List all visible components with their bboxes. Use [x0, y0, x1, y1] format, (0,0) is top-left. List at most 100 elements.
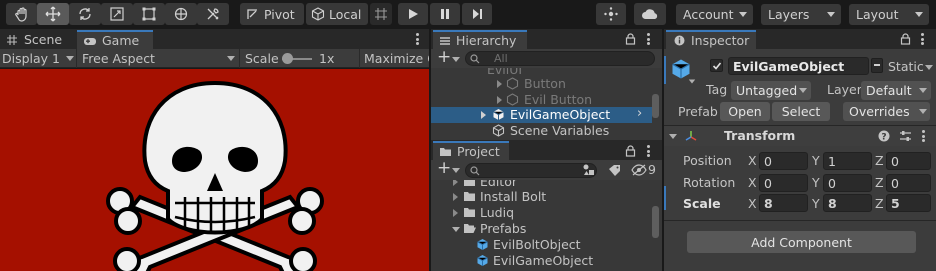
open-prefab-button[interactable]: Open: [720, 102, 770, 121]
expand-icon[interactable]: [497, 80, 502, 88]
rotation-z-field[interactable]: 0: [886, 174, 931, 192]
project-search-input[interactable]: [465, 163, 597, 178]
expand-icon[interactable]: [481, 111, 486, 119]
help-icon[interactable]: ?: [878, 130, 890, 142]
transform-header[interactable]: Transform ?: [664, 126, 936, 146]
filter-type-icon[interactable]: [582, 164, 596, 176]
account-dropdown[interactable]: Account: [676, 4, 753, 25]
scale-y-field[interactable]: 8: [823, 194, 872, 212]
static-checkbox[interactable]: [871, 58, 883, 73]
cube-icon: [506, 93, 519, 106]
list-item[interactable]: Ludiq: [431, 205, 662, 221]
expand-icon[interactable]: [497, 96, 502, 104]
collapse-icon[interactable]: [452, 227, 460, 232]
panel-menu-icon[interactable]: [647, 145, 650, 157]
grid-snap-button[interactable]: [370, 3, 392, 25]
tab-scene[interactable]: Scene: [2, 30, 76, 49]
tag-dropdown[interactable]: Untagged: [731, 81, 811, 100]
project-item-label: Ludiq: [480, 205, 515, 220]
select-prefab-button[interactable]: Select: [772, 102, 830, 121]
hand-tool-button[interactable]: [6, 3, 37, 25]
list-item[interactable]: EvilGameObject: [431, 253, 662, 269]
pivot-toggle[interactable]: Pivot: [240, 3, 304, 25]
scrollbar-thumb[interactable]: [652, 206, 659, 238]
cloud-icon: [642, 9, 658, 19]
presets-icon[interactable]: [899, 130, 912, 142]
axis-y-label: Y: [812, 196, 820, 211]
object-name-input[interactable]: EvilGameObject: [728, 57, 869, 75]
rotation-x-field[interactable]: 0: [759, 174, 808, 192]
list-item[interactable]: Install Bolt: [431, 189, 662, 205]
add-icon[interactable]: +: [437, 47, 451, 67]
layer-dropdown[interactable]: Default: [861, 81, 931, 100]
expand-icon[interactable]: [453, 209, 458, 217]
open-label: Open: [728, 104, 762, 119]
lock-icon[interactable]: [625, 33, 636, 45]
play-button[interactable]: [398, 3, 428, 25]
rotate-tool-button[interactable]: [69, 3, 101, 25]
panel-menu-icon[interactable]: [416, 33, 419, 45]
hidden-packages-toggle[interactable]: 9: [629, 162, 661, 178]
list-item[interactable]: Prefabs: [431, 221, 662, 237]
chevron-down-icon[interactable]: [452, 168, 460, 173]
list-item[interactable]: Button: [431, 76, 662, 92]
position-y-field[interactable]: 1: [823, 152, 872, 170]
chevron-right-icon[interactable]: ›: [637, 106, 642, 121]
maximize-toggle[interactable]: Maximize O: [359, 49, 429, 68]
panel-menu-icon[interactable]: [647, 33, 650, 45]
step-button[interactable]: [462, 3, 492, 25]
tab-game[interactable]: Game: [77, 30, 153, 49]
rect-tool-button[interactable]: [133, 3, 165, 25]
position-x-field[interactable]: 0: [759, 152, 808, 170]
layers-dropdown[interactable]: Layers: [761, 4, 841, 25]
list-item-selected[interactable]: EvilGameObject ›: [431, 106, 652, 123]
list-item[interactable]: Evil Button: [431, 92, 662, 108]
collapse-icon[interactable]: [669, 134, 677, 139]
component-menu-icon[interactable]: [922, 130, 925, 142]
grid-snap-icon: [375, 8, 387, 20]
expand-icon[interactable]: [453, 193, 458, 201]
layout-dropdown[interactable]: Layout: [849, 4, 929, 25]
list-item[interactable]: EvilBoltObject: [431, 237, 662, 253]
expand-icon[interactable]: [453, 180, 458, 186]
scale-x-field[interactable]: 8: [759, 194, 808, 212]
move-tool-button[interactable]: [37, 3, 69, 25]
add-component-button[interactable]: Add Component: [687, 231, 916, 253]
cloud-button[interactable]: [634, 3, 666, 25]
scale-z-field[interactable]: 5: [886, 194, 931, 212]
select-label: Select: [781, 104, 821, 119]
panel-menu-icon[interactable]: [921, 33, 924, 45]
lock-icon[interactable]: [900, 33, 911, 45]
list-item[interactable]: Scene Variables: [431, 123, 662, 139]
overrides-dropdown[interactable]: Overrides: [843, 102, 930, 121]
rotation-y-field[interactable]: 0: [823, 174, 872, 192]
scale-slider-thumb[interactable]: [282, 53, 293, 64]
display-dropdown[interactable]: Display 1: [0, 49, 77, 68]
axis-x-label: X: [748, 153, 757, 168]
transform-tool-button[interactable]: [165, 3, 197, 25]
collab-button[interactable]: [596, 3, 626, 25]
scrollbar-thumb[interactable]: [652, 94, 659, 118]
info-icon: [674, 35, 685, 46]
scale-tool-button[interactable]: [101, 3, 133, 25]
prefab-cube-icon: [477, 239, 488, 250]
chevron-down-icon[interactable]: [925, 65, 933, 70]
lock-icon[interactable]: [625, 145, 636, 157]
custom-tool-button[interactable]: [197, 3, 229, 25]
position-z-field[interactable]: 0: [886, 152, 931, 170]
folder-open-icon: [464, 224, 476, 233]
chevron-down-icon[interactable]: [688, 79, 696, 84]
project-toolbar: + 9: [431, 158, 662, 180]
pause-button[interactable]: [430, 3, 460, 25]
static-label[interactable]: Static: [888, 59, 924, 74]
chevron-down-icon[interactable]: [452, 57, 460, 62]
tab-inspector[interactable]: Inspector: [666, 30, 756, 49]
game-view[interactable]: [0, 69, 429, 271]
active-checkbox[interactable]: [710, 59, 723, 72]
label-tag-icon[interactable]: [608, 164, 621, 176]
local-toggle[interactable]: Local: [306, 3, 368, 25]
aspect-dropdown[interactable]: Free Aspect: [78, 49, 240, 68]
add-icon[interactable]: +: [437, 158, 451, 178]
scale-z-value: 5: [891, 195, 900, 211]
hierarchy-search-input[interactable]: All: [465, 51, 655, 66]
